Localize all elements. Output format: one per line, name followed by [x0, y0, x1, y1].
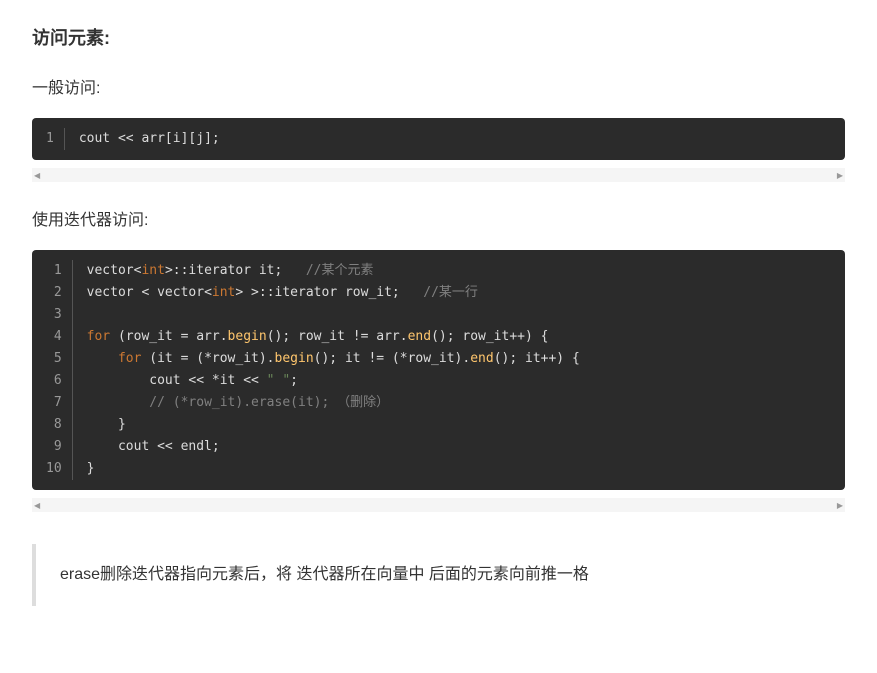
code-line: } [87, 414, 831, 436]
code-token: ::iterator it; [173, 263, 306, 278]
sub-title-general-access: 一般访问: [32, 74, 845, 98]
code-token: begin [275, 351, 314, 366]
line-number: 1 [46, 260, 62, 282]
code-block-1-gutter: 1 [32, 128, 65, 150]
code-token: int [212, 285, 235, 300]
blockquote-erase-note: erase删除迭代器指向元素后，将 迭代器所在向量中 后面的元素向前推一格 [32, 544, 845, 606]
line-number: 9 [46, 436, 62, 458]
code-block-2-wrapper: 12345678910 vector<int>::iterator it; //… [32, 250, 845, 490]
code-block-1-scrollbar[interactable] [32, 168, 845, 182]
code-token: end [408, 329, 431, 344]
code-line: } [87, 458, 831, 480]
code-token: int [141, 263, 164, 278]
code-token: for [87, 329, 110, 344]
code-token: for [118, 351, 141, 366]
code-token: > [251, 285, 259, 300]
line-number: 5 [46, 348, 62, 370]
code-token: vector [87, 285, 142, 300]
line-number: 1 [46, 128, 54, 150]
code-block-1-lines[interactable]: cout << arr[i][j]; [65, 128, 845, 150]
code-token [243, 285, 251, 300]
code-token: << [110, 131, 141, 146]
code-token: //某个元素 [306, 263, 374, 278]
code-token: < [204, 285, 212, 300]
code-line [87, 304, 831, 326]
line-number: 7 [46, 392, 62, 414]
code-block-2[interactable]: 12345678910 vector<int>::iterator it; //… [32, 250, 845, 490]
code-token: (row_it = arr. [110, 329, 227, 344]
code-line: cout << arr[i][j]; [79, 128, 831, 150]
code-line: for (it = (*row_it).begin(); it != (*row… [87, 348, 831, 370]
code-token: " " [267, 373, 290, 388]
code-token: cout << endl; [87, 439, 220, 454]
code-token: //某一行 [423, 285, 478, 300]
code-line: vector < vector<int> >::iterator row_it;… [87, 282, 831, 304]
code-block-2-scrollbar[interactable] [32, 498, 845, 512]
line-number: 3 [46, 304, 62, 326]
code-token: } [87, 461, 95, 476]
code-line: cout << endl; [87, 436, 831, 458]
line-number: 4 [46, 326, 62, 348]
code-token: (); it != (*row_it). [314, 351, 471, 366]
code-block-1[interactable]: 1 cout << arr[i][j]; [32, 118, 845, 160]
code-block-1-wrapper: 1 cout << arr[i][j]; [32, 118, 845, 160]
sub-title-iterator-access: 使用迭代器访问: [32, 206, 845, 230]
section-title-access-elements: 访问元素: [32, 24, 845, 50]
code-token: begin [228, 329, 267, 344]
code-line: for (row_it = arr.begin(); row_it != arr… [87, 326, 831, 348]
code-block-2-lines[interactable]: vector<int>::iterator it; //某个元素vector <… [73, 260, 845, 480]
code-token: cout << *it << [87, 373, 267, 388]
code-token: (); it++) { [494, 351, 580, 366]
blockquote-text: erase删除迭代器指向元素后，将 迭代器所在向量中 后面的元素向前推一格 [60, 566, 589, 583]
line-number: 2 [46, 282, 62, 304]
code-line: vector<int>::iterator it; //某个元素 [87, 260, 831, 282]
code-block-2-gutter: 12345678910 [32, 260, 73, 480]
code-token: vector [87, 263, 134, 278]
code-line: // (*row_it).erase(it); （删除） [87, 392, 831, 414]
code-token: } [87, 417, 126, 432]
code-token [87, 351, 118, 366]
code-token: ::iterator row_it; [259, 285, 423, 300]
code-token: // (*row_it).erase(it); （删除） [149, 395, 389, 410]
code-token: arr[i][j]; [141, 131, 219, 146]
code-token: vector [149, 285, 204, 300]
code-token: (); row_it != arr. [267, 329, 408, 344]
code-line: cout << *it << " "; [87, 370, 831, 392]
code-token: cout [79, 131, 110, 146]
code-token [87, 395, 150, 410]
code-token: end [470, 351, 493, 366]
line-number: 8 [46, 414, 62, 436]
code-token: > [165, 263, 173, 278]
code-token: (it = (*row_it). [141, 351, 274, 366]
line-number: 10 [46, 458, 62, 480]
code-token: (); row_it++) { [431, 329, 548, 344]
code-token: ; [290, 373, 298, 388]
line-number: 6 [46, 370, 62, 392]
